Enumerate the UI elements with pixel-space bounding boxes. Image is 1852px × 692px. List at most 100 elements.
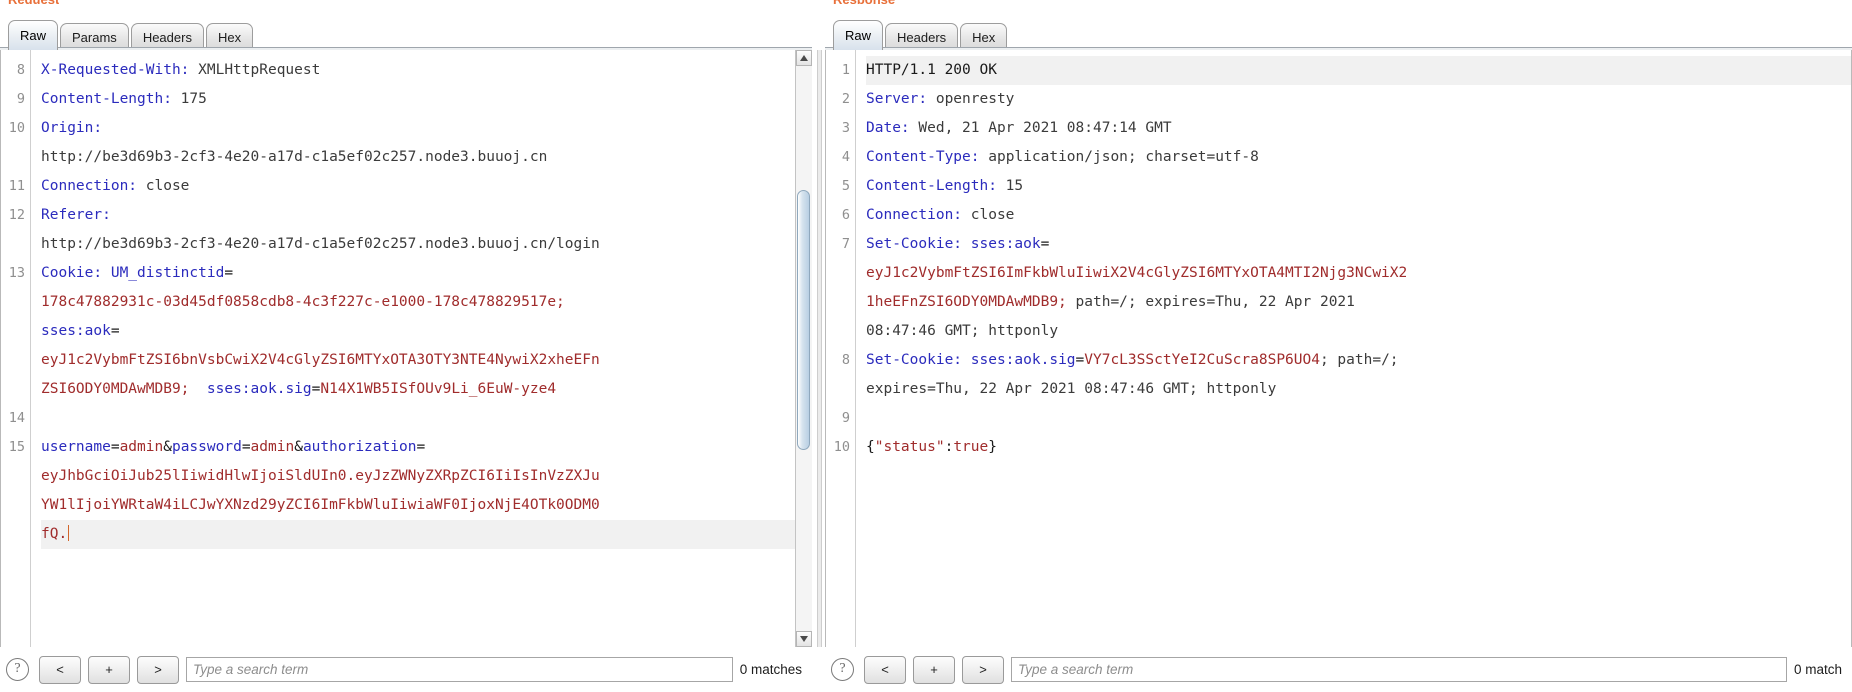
code-segment: expires=Thu, 22 Apr 2021 08:47:46 GMT; h… bbox=[866, 381, 1277, 397]
code-segment: 08:47:46 GMT; httponly bbox=[866, 323, 1059, 339]
request-editor[interactable]: 8 9 10 11 12 13 14 15 X-Requested-With: XMLHttp… bbox=[0, 50, 812, 647]
code-segment: sses:aok bbox=[41, 323, 111, 339]
code-segment: ; path=/; bbox=[1319, 352, 1399, 368]
request-line-numbers: 8 9 10 11 12 13 14 15 bbox=[1, 50, 31, 647]
request-line-number: 14 bbox=[8, 410, 25, 426]
search-prev-button[interactable]: < bbox=[39, 655, 81, 684]
code-segment: 175 bbox=[171, 91, 207, 107]
request-tab-hex[interactable]: Hex bbox=[205, 23, 254, 50]
code-segment: admin bbox=[250, 439, 295, 455]
code-segment: = bbox=[110, 439, 120, 455]
response-line-number: 6 bbox=[841, 207, 850, 223]
code-segment: http://be3d69b3-2cf3-4e20-a17d-c1a5ef02c… bbox=[41, 149, 548, 165]
response-code-line: expires=Thu, 22 Apr 2021 08:47:46 GMT; h… bbox=[866, 375, 1851, 404]
panel-divider[interactable] bbox=[812, 0, 825, 692]
code-segment: sses:aok.sig bbox=[206, 381, 312, 397]
code-segment: http://be3d69b3-2cf3-4e20-a17d-c1a5ef02c… bbox=[41, 236, 600, 252]
response-line-number: 4 bbox=[841, 149, 850, 165]
scroll-up-arrow-icon[interactable] bbox=[796, 50, 812, 66]
response-code-line: Content-Type: application/json; charset=… bbox=[866, 143, 1851, 172]
request-vertical-scrollbar[interactable] bbox=[795, 50, 812, 647]
response-code-line: eyJ1c2VybmFtZSI6ImFkbWluIiwiX2V4cGlyZSI6… bbox=[866, 259, 1851, 288]
response-tab-raw[interactable]: Raw bbox=[833, 20, 884, 50]
response-line-number bbox=[826, 317, 855, 346]
search-add-button[interactable]: + bbox=[88, 655, 130, 684]
request-search-placeholder: Type a search term bbox=[193, 662, 309, 677]
code-segment: 15 bbox=[996, 178, 1024, 194]
request-line-number bbox=[1, 462, 30, 491]
search-next-button[interactable]: > bbox=[137, 655, 179, 684]
response-raw-text[interactable]: HTTP/1.1 200 OK Server: openresty Date: We… bbox=[856, 50, 1851, 647]
response-search-input[interactable]: Type a search term bbox=[1011, 657, 1787, 682]
code-segment: & bbox=[294, 439, 303, 455]
code-segment: XMLHttpRequest bbox=[189, 62, 321, 78]
text-cursor bbox=[68, 525, 70, 541]
code-segment: Set-Cookie: bbox=[866, 236, 963, 252]
response-line-number: 5 bbox=[841, 178, 850, 194]
response-code-line: Set-Cookie: sses:aok.sig=VY7cL3SSctYeI2C… bbox=[866, 346, 1851, 375]
request-code-line: Connection: close bbox=[41, 172, 811, 201]
request-match-count: 0 matches bbox=[739, 662, 802, 677]
request-line-number bbox=[1, 143, 30, 172]
request-raw-text[interactable]: X-Requested-With: XMLHttpRequest Content-… bbox=[31, 50, 811, 647]
request-line-number: 12 bbox=[8, 207, 25, 223]
code-segment: "status" bbox=[874, 439, 945, 455]
request-tab-params[interactable]: Params bbox=[60, 23, 129, 50]
code-segment: Set-Cookie: bbox=[866, 352, 963, 368]
code-segment: N14X1WB5ISfOUv9Li_6EuW-yze4 bbox=[320, 381, 557, 397]
response-line-number: 3 bbox=[841, 120, 850, 136]
code-segment: eyJhbGciOiJub25lIiwidHlwIjoiSldUIn0.eyJz… bbox=[41, 468, 600, 484]
request-line-number: 11 bbox=[8, 178, 25, 194]
search-next-button[interactable]: > bbox=[962, 655, 1004, 684]
search-prev-button[interactable]: < bbox=[864, 655, 906, 684]
tab-label: Hex bbox=[217, 29, 242, 45]
code-segment: UM_distinctid bbox=[110, 265, 225, 281]
request-code-line: Origin: bbox=[41, 114, 811, 143]
request-tab-raw[interactable]: Raw bbox=[8, 20, 59, 50]
request-search-input[interactable]: Type a search term bbox=[186, 657, 733, 682]
response-tab-hex[interactable]: Hex bbox=[960, 23, 1008, 50]
response-line-number: 10 bbox=[833, 439, 850, 455]
request-code-line: http://be3d69b3-2cf3-4e20-a17d-c1a5ef02c… bbox=[41, 230, 811, 259]
response-code-line: Server: openresty bbox=[866, 85, 1851, 114]
response-line-number bbox=[826, 375, 855, 404]
scroll-down-arrow-icon[interactable] bbox=[796, 631, 812, 647]
code-segment: = bbox=[224, 265, 234, 281]
help-icon[interactable]: ? bbox=[6, 658, 29, 681]
request-code-line: eyJhbGciOiJub25lIiwidHlwIjoiSldUIn0.eyJz… bbox=[41, 462, 811, 491]
request-code-line: Cookie: UM_distinctid= bbox=[41, 259, 811, 288]
code-segment: application/json; charset=utf-8 bbox=[979, 149, 1259, 165]
response-line-number bbox=[826, 259, 855, 288]
request-tabstrip: Raw Params Headers Hex bbox=[8, 18, 812, 50]
request-caption: Request bbox=[8, 0, 59, 4]
request-tab-headers[interactable]: Headers bbox=[130, 23, 204, 50]
request-line-number: 8 bbox=[16, 62, 25, 78]
code-segment: X-Requested-With: bbox=[41, 62, 190, 78]
request-code-line: Content-Length: 175 bbox=[41, 85, 811, 114]
request-search-bar: ? < + > Type a search term 0 matches bbox=[0, 647, 812, 692]
code-segment: fQ. bbox=[41, 526, 68, 542]
code-segment: sses:aok.sig bbox=[970, 352, 1076, 368]
code-segment: close bbox=[137, 178, 190, 194]
request-line-number bbox=[1, 230, 30, 259]
response-editor[interactable]: 1 2 3 4 5 6 7 8 9 10 HTTP/1.1 200 OK Server: openr… bbox=[825, 50, 1852, 647]
response-line-numbers: 1 2 3 4 5 6 7 8 9 10 bbox=[826, 50, 856, 647]
request-line-number bbox=[1, 317, 30, 346]
response-code-line: Set-Cookie: sses:aok= bbox=[866, 230, 1851, 259]
code-segment: username bbox=[41, 439, 111, 455]
response-code-line: {"status":true} bbox=[866, 433, 1851, 462]
code-segment: path=/; expires=Thu, 22 Apr 2021 bbox=[1066, 294, 1355, 310]
request-scroll-thumb[interactable] bbox=[797, 190, 810, 450]
response-tab-headers[interactable]: Headers bbox=[885, 23, 959, 50]
response-line-number: 2 bbox=[841, 91, 850, 107]
search-add-button[interactable]: + bbox=[913, 655, 955, 684]
help-icon[interactable]: ? bbox=[831, 658, 854, 681]
code-segment: eyJ1c2VybmFtZSI6ImFkbWluIiwiX2V4cGlyZSI6… bbox=[866, 265, 1408, 281]
code-segment: Connection: bbox=[866, 207, 963, 223]
code-segment: & bbox=[163, 439, 172, 455]
request-code-line: eyJ1c2VybmFtZSI6bnVsbCwiX2V4cGlyZSI6MTYx… bbox=[41, 346, 811, 375]
code-segment: HTTP/1.1 200 OK bbox=[866, 62, 997, 78]
code-segment: admin bbox=[119, 439, 164, 455]
